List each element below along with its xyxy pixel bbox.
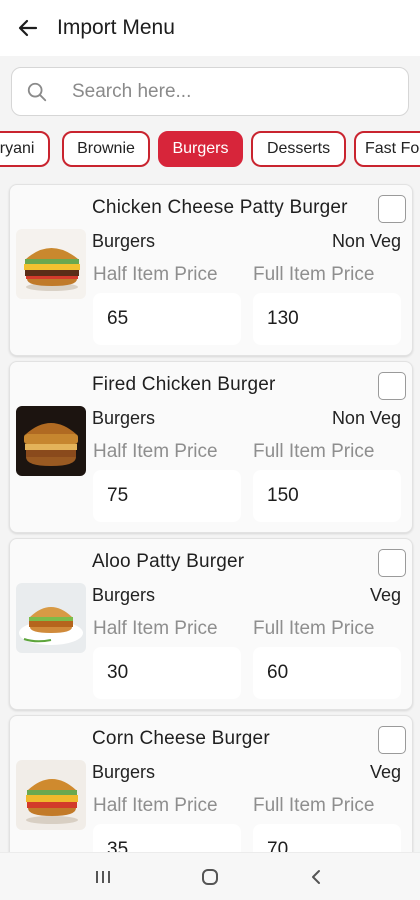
item-food-type: Non Veg [331,231,401,251]
item-food-type: Veg [369,762,401,782]
item-name: Corn Cheese Burger [92,728,270,749]
full-price-label: Full Item Price [253,618,375,639]
half-price-label: Half Item Price [93,441,218,462]
menu-item-card: Chicken Cheese Patty Burger Burgers Non … [9,184,413,356]
recents-button[interactable] [73,857,133,897]
page-title: Import Menu [57,16,175,39]
full-price-field[interactable]: 60 [253,647,401,699]
full-price-label: Full Item Price [253,264,375,285]
half-price-field[interactable]: 35 [93,824,241,852]
system-nav-bar [0,852,420,900]
chip-fast-food[interactable]: Fast Food [354,131,420,167]
half-price-field[interactable]: 75 [93,470,241,522]
item-food-type: Non Veg [331,408,401,428]
chip-brownie[interactable]: Brownie [62,131,150,167]
full-price-label: Full Item Price [253,441,375,462]
half-price-field[interactable]: 30 [93,647,241,699]
item-name: Chicken Cheese Patty Burger [92,197,348,218]
app-bar: Import Menu [0,0,420,56]
item-checkbox[interactable] [378,549,406,577]
full-price-field[interactable]: 70 [253,824,401,852]
item-image [16,229,86,299]
search-icon [12,81,62,103]
item-food-type: Veg [369,585,401,605]
item-checkbox[interactable] [378,195,406,223]
item-name: Aloo Patty Burger [92,551,245,572]
full-price-label: Full Item Price [253,795,375,816]
search-bar[interactable] [11,67,409,116]
full-price-field[interactable]: 150 [253,470,401,522]
home-button[interactable] [180,857,240,897]
half-price-label: Half Item Price [93,264,218,285]
item-image [16,760,86,830]
menu-item-card: Corn Cheese Burger Burgers Veg Half Item… [9,715,413,852]
home-icon [201,868,218,885]
item-image [16,406,86,476]
category-filter-bar[interactable]: Biryani Brownie Burgers Desserts Fast Fo… [0,130,420,168]
full-price-field[interactable]: 130 [253,293,401,345]
item-checkbox[interactable] [378,726,406,754]
menu-item-list[interactable]: Chicken Cheese Patty Burger Burgers Non … [0,180,420,852]
back-button[interactable] [0,0,56,56]
menu-item-card: Aloo Patty Burger Burgers Veg Half Item … [9,538,413,710]
search-input[interactable] [72,80,392,103]
recents-icon [96,870,111,883]
arrow-left-icon [18,19,38,37]
menu-item-card: Fired Chicken Burger Burgers Non Veg Hal… [9,361,413,533]
item-category: Burgers [92,408,156,428]
chip-burgers[interactable]: Burgers [158,131,243,167]
item-category: Burgers [92,231,156,251]
item-checkbox[interactable] [378,372,406,400]
item-image [16,583,86,653]
back-chevron-icon [311,869,320,884]
item-category: Burgers [92,585,156,605]
item-name: Fired Chicken Burger [92,374,276,395]
item-category: Burgers [92,762,156,782]
half-price-label: Half Item Price [93,795,218,816]
half-price-field[interactable]: 65 [93,293,241,345]
nav-back-button[interactable] [287,857,347,897]
half-price-label: Half Item Price [93,618,218,639]
chip-desserts[interactable]: Desserts [251,131,346,167]
chip-biryani[interactable]: Biryani [0,131,50,167]
